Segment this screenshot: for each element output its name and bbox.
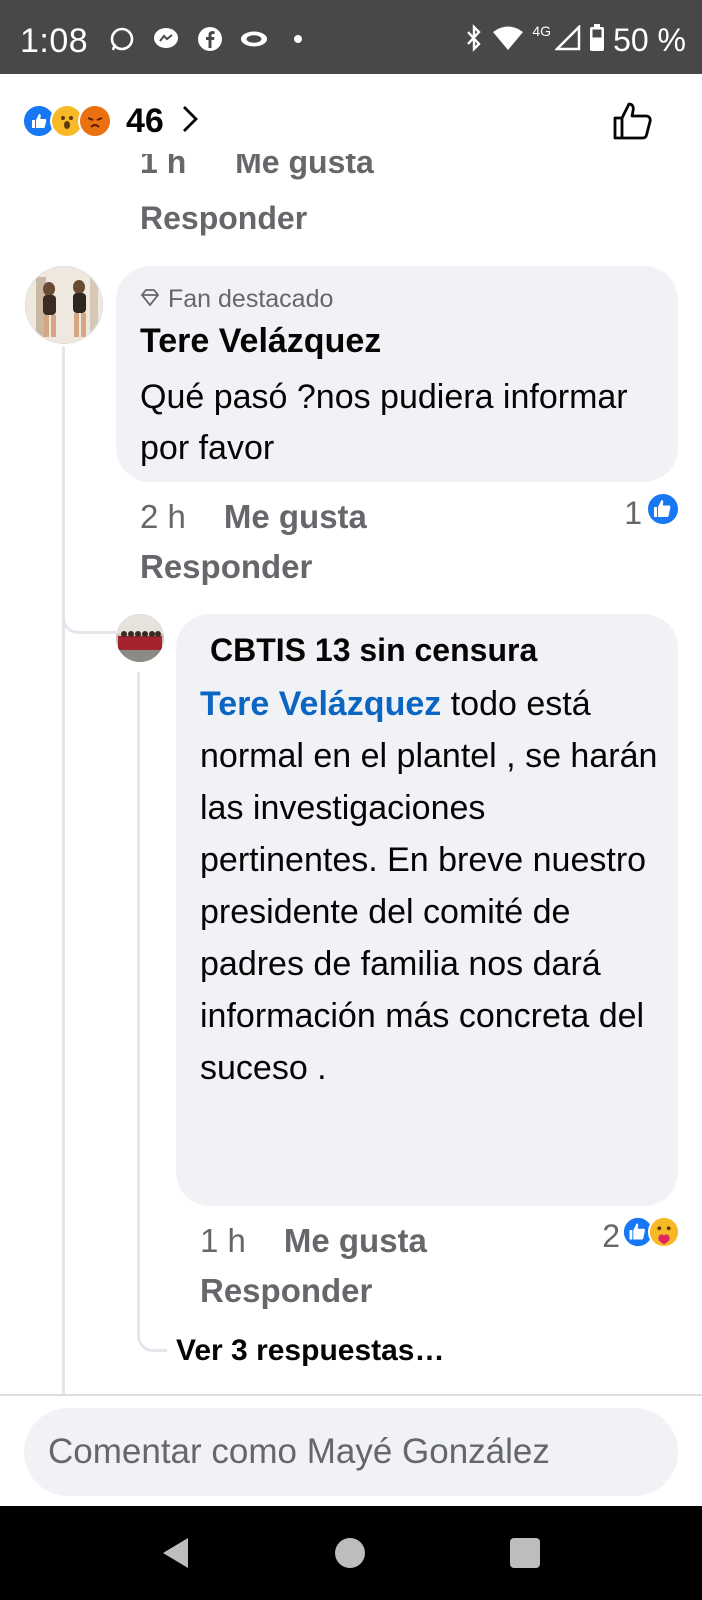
- reaction-count: 2: [602, 1217, 620, 1254]
- comment-time: 2 h: [140, 498, 186, 535]
- comment-author[interactable]: Tere Velázquez: [140, 322, 381, 361]
- chevron-right-icon[interactable]: [180, 104, 200, 139]
- reply-author[interactable]: CBTIS 13 sin censura: [210, 632, 537, 669]
- comment-text: Qué pasó ?nos pudiera informar por favor: [140, 378, 628, 467]
- reply-time: 1 h: [200, 1222, 246, 1259]
- badge-label: Fan destacado: [168, 285, 334, 313]
- comment-reactions[interactable]: 1: [624, 492, 680, 534]
- reply-reactions[interactable]: 2: [602, 1216, 680, 1256]
- like-button[interactable]: Me gusta: [224, 498, 367, 536]
- like-outline-icon[interactable]: [612, 100, 654, 147]
- diamond-icon: [140, 285, 160, 314]
- battery-icon: [589, 24, 605, 57]
- signal-icon: [554, 23, 581, 56]
- thread-connector: [62, 600, 116, 634]
- reaction-count[interactable]: 46: [126, 102, 164, 141]
- status-time: 1:08: [20, 22, 89, 60]
- mention-link[interactable]: Tere Velázquez: [200, 685, 441, 723]
- view-more-replies[interactable]: Ver 3 respuestas…: [176, 1334, 445, 1368]
- comment-meta: 2 h Me gusta: [140, 498, 367, 536]
- eye-icon: [240, 25, 268, 53]
- reply-text: Tere Velázquez todo está normal en el pl…: [200, 678, 670, 1094]
- reaction-icons[interactable]: [22, 104, 112, 138]
- whatsapp-icon: [108, 25, 136, 53]
- status-bar: 1:08 4G 50 %: [0, 0, 702, 74]
- comment-composer: [0, 1394, 702, 1506]
- notification-icons: [108, 25, 312, 53]
- back-icon[interactable]: [160, 1536, 192, 1575]
- angry-reaction-icon: [78, 104, 112, 138]
- previous-comment-reply[interactable]: Responder: [140, 200, 307, 237]
- reply-body: todo está normal en el plantel , se hará…: [200, 685, 658, 1087]
- facebook-icon: [196, 25, 224, 53]
- more-notifications-icon: [284, 25, 312, 53]
- reply-thread-line: [137, 672, 140, 1332]
- android-nav-bar: [0, 1506, 702, 1600]
- thread-line: [62, 346, 65, 1396]
- like-reaction-icon: [646, 492, 680, 534]
- care-reaction-icon: [648, 1216, 680, 1256]
- bluetooth-icon: [464, 24, 484, 57]
- avatar[interactable]: [25, 266, 103, 344]
- reply-button[interactable]: Responder: [200, 1272, 372, 1310]
- reply-meta: 1 h Me gusta: [200, 1222, 427, 1260]
- wifi-icon: [492, 25, 524, 56]
- reply-button[interactable]: Responder: [140, 548, 312, 586]
- home-icon[interactable]: [335, 1538, 365, 1568]
- messenger-icon: [152, 25, 180, 53]
- reactions-header: 46: [0, 74, 702, 154]
- reaction-count: 1: [624, 494, 642, 531]
- battery-percent: 50 %: [613, 22, 686, 58]
- network-type: 4G: [532, 22, 552, 39]
- recent-apps-icon[interactable]: [510, 1538, 540, 1568]
- status-right: 4G 50 %: [464, 22, 686, 59]
- comment-input[interactable]: [24, 1408, 678, 1496]
- avatar[interactable]: [116, 614, 164, 662]
- reply-thread-connector: [137, 1318, 167, 1352]
- fan-badge: Fan destacado: [140, 285, 333, 314]
- like-button[interactable]: Me gusta: [284, 1222, 427, 1260]
